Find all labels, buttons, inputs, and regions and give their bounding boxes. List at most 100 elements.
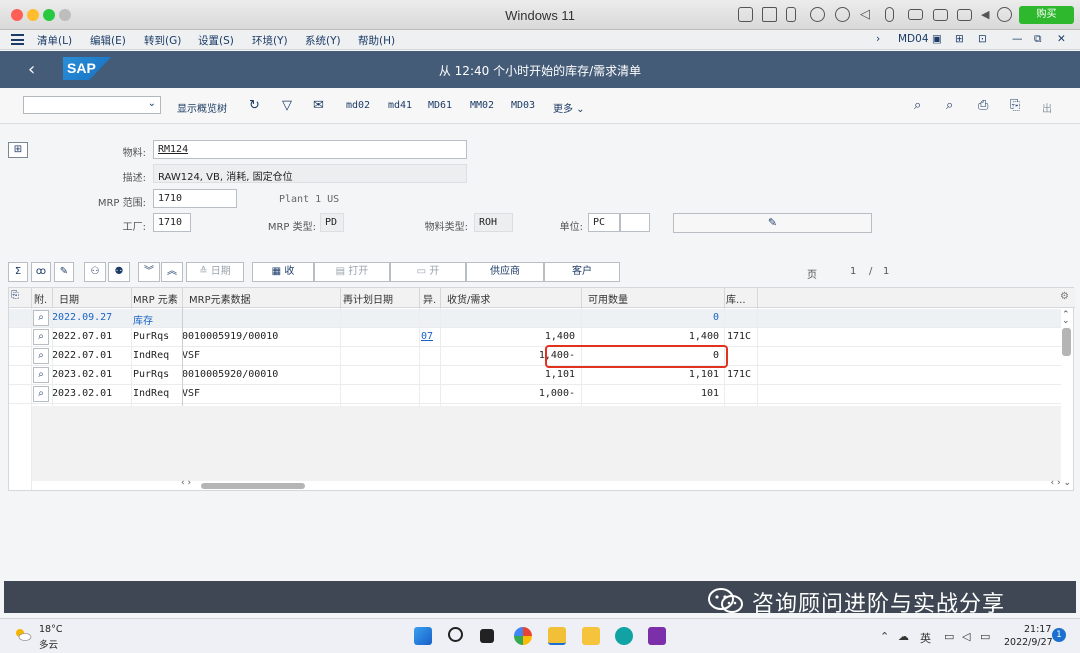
weather-desc[interactable]: 多云 [39, 637, 58, 651]
table-row[interactable]: ⌕ 2023.02.01 PurRqs 0010005920/00010 1,101 1,… [9, 366, 1061, 385]
volume-icon[interactable]: ◁ [962, 630, 970, 643]
unit-field[interactable]: PC [588, 213, 620, 232]
menu-goto[interactable]: 转到(G) [144, 33, 181, 48]
open-button[interactable]: ▤ 打开 [314, 262, 390, 282]
onenote-icon[interactable] [648, 627, 666, 645]
display-icon[interactable]: ▭ [944, 630, 954, 643]
col-mrp-element-data[interactable]: MRP元素数据 [189, 291, 251, 306]
material-field[interactable]: RM124 [153, 140, 467, 159]
table-row[interactable]: ⌕ 2022.07.01 IndReq VSF 1,400- 0 [9, 347, 1061, 366]
battery-icon[interactable]: ▭ [980, 630, 990, 643]
col-mrp-element[interactable]: MRP 元素 [133, 291, 178, 306]
search-plus-icon[interactable]: ⌕ [946, 98, 953, 113]
scroll-left-icon[interactable]: ‹ › [181, 478, 191, 488]
menu-settings[interactable]: 设置(S) [198, 33, 234, 48]
buy-button[interactable]: 购买 [1019, 6, 1074, 24]
file-explorer-icon[interactable] [582, 627, 600, 645]
mrp-area-field[interactable]: 1710 [153, 189, 237, 208]
video-icon[interactable] [933, 9, 948, 21]
chevron-up-icon[interactable]: ⌃ [880, 630, 889, 643]
layout-icon[interactable]: ⊞ [955, 33, 964, 45]
cpu-icon[interactable] [762, 7, 777, 22]
search-icon[interactable]: ⌕ [914, 98, 921, 113]
weather-temp[interactable]: 18°C [39, 624, 62, 635]
weather-cloudy-icon[interactable] [14, 627, 32, 641]
col-available-qty[interactable]: 可用数量 [588, 291, 628, 306]
close-icon[interactable]: ✕ [1057, 33, 1066, 45]
gear-icon[interactable] [997, 7, 1012, 22]
md61-button[interactable]: MD61 [428, 100, 452, 111]
col-storage[interactable]: 库... [726, 291, 746, 306]
sum-icon[interactable]: Σ [8, 262, 28, 282]
md03-button[interactable]: MD03 [511, 100, 535, 111]
exit-button[interactable]: 出 [1042, 100, 1052, 115]
chevron-right-icon[interactable]: › [876, 33, 880, 45]
cell-exc[interactable]: 07 [421, 331, 433, 342]
table-row[interactable]: ⌕ 2022.07.01 PurRqs 0010005919/00010 07 1,400… [9, 328, 1061, 347]
mail-icon[interactable]: ✉ [313, 98, 324, 113]
col-exception[interactable]: 异. [423, 291, 436, 306]
menu-edit[interactable]: 编辑(E) [90, 33, 126, 48]
screenshot-icon[interactable] [957, 9, 972, 21]
chrome-icon[interactable] [514, 627, 532, 645]
mm02-button[interactable]: MM02 [470, 100, 494, 111]
table-row[interactable]: ⌕ 2023.02.01 IndReq VSF 1,000- 101 [9, 385, 1061, 404]
print-icon[interactable]: ⎙ [978, 98, 988, 113]
date-button[interactable]: ≙ 日期 [186, 262, 244, 282]
export-icon[interactable]: ⎘ [1010, 98, 1020, 113]
variant-select[interactable]: ⌄ [23, 96, 161, 114]
zoom-icon[interactable]: ⌕ [33, 367, 49, 383]
people-icon[interactable]: ⚇ [84, 262, 106, 282]
zoom-icon[interactable]: ⌕ [33, 329, 49, 345]
md41-button[interactable]: md41 [388, 100, 412, 111]
edit-material-button[interactable]: ✎ [673, 213, 872, 233]
play-icon[interactable]: ▣ [932, 33, 942, 45]
lock-icon[interactable]: ⊡ [978, 33, 987, 45]
minimize-icon[interactable]: — [1012, 33, 1023, 45]
receipts-button[interactable]: ▦ 收 [252, 262, 314, 282]
plant-field[interactable]: 1710 [153, 213, 191, 232]
menu-icon[interactable] [11, 34, 24, 45]
pencil-icon[interactable]: ✎ [54, 262, 74, 282]
vertical-scroll-thumb[interactable] [1062, 328, 1071, 356]
layout-settings-icon[interactable]: ⎘ [11, 290, 19, 301]
expand-header-icon[interactable]: ⊞ [8, 142, 28, 158]
search-icon[interactable] [448, 627, 463, 642]
menu-help[interactable]: 帮助(H) [358, 33, 395, 48]
horizontal-scrollbar[interactable]: ‹ › ‹ › ⌄ [181, 478, 1071, 490]
more-button[interactable]: 更多 ⌄ [553, 100, 585, 115]
zoom-icon[interactable]: ⌕ [33, 386, 49, 402]
vendor-button[interactable]: 供应商 [466, 262, 544, 282]
people-add-icon[interactable]: ⚉ [108, 262, 130, 282]
double-chevron-up-icon[interactable]: ︽ [161, 262, 183, 282]
vertical-scrollbar[interactable]: ⌃ ⌄ [1061, 308, 1073, 490]
sap-logon-icon[interactable] [548, 627, 566, 645]
show-overview-tree-button[interactable]: 显示概览树 [177, 100, 227, 115]
speaker-icon[interactable]: ◁ [860, 7, 875, 22]
restore-icon[interactable]: ⧉ [1034, 33, 1042, 46]
onedrive-icon[interactable]: ☁ [898, 630, 909, 643]
drive-icon[interactable] [908, 9, 923, 20]
horizontal-scroll-thumb[interactable] [201, 483, 305, 489]
glasses-icon[interactable]: ꝏ [31, 262, 51, 282]
col-reschedule-date[interactable]: 再计划日期 [343, 291, 393, 306]
refresh-icon[interactable]: ↻ [249, 98, 260, 113]
back-arrow-icon[interactable]: ◀ [981, 7, 996, 22]
scroll-down-small-icon[interactable]: ⌄ [1062, 316, 1070, 326]
menu-system[interactable]: 系统(Y) [305, 33, 341, 48]
task-view-icon[interactable] [480, 629, 494, 643]
usb-icon[interactable] [786, 7, 796, 22]
globe-icon[interactable] [835, 7, 850, 22]
zoom-icon[interactable]: ⌕ [33, 310, 49, 326]
zoom-icon[interactable]: ⌕ [33, 348, 49, 364]
column-settings-icon[interactable]: ⚙ [1060, 291, 1069, 302]
menu-environment[interactable]: 环境(Y) [252, 33, 288, 48]
open-period-button[interactable]: ▭ 开 [390, 262, 466, 282]
col-attach[interactable]: 附. [34, 291, 47, 306]
customer-button[interactable]: 客户 [544, 262, 620, 282]
table-row[interactable]: ⌕ 2022.09.27 库存 0 [9, 309, 1061, 328]
microphone-icon[interactable] [885, 7, 894, 22]
col-date[interactable]: 日期 [59, 291, 79, 306]
notification-badge[interactable]: 1 [1052, 628, 1066, 642]
windows-start-icon[interactable] [414, 627, 432, 645]
